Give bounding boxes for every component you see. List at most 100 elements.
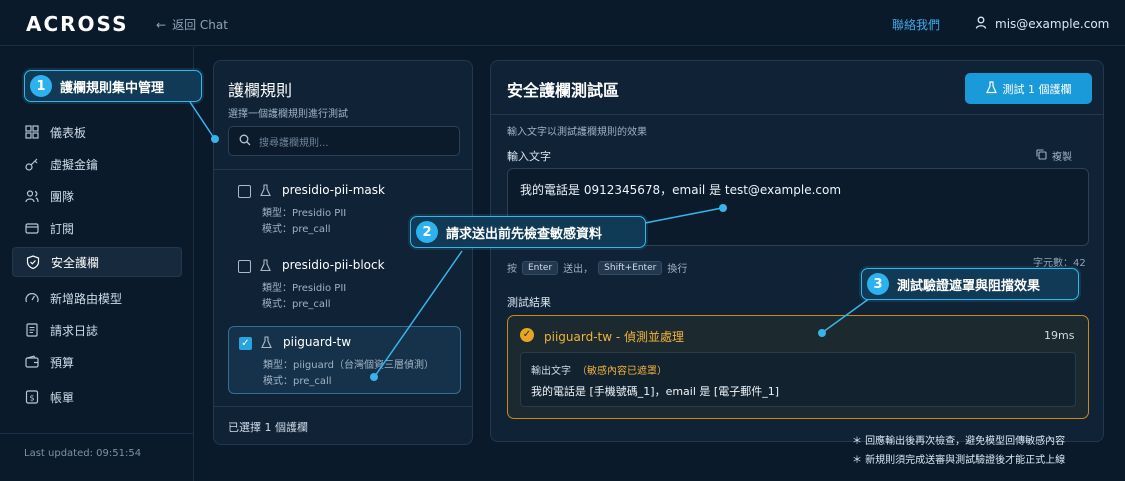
- copy-button[interactable]: 複製: [1036, 148, 1072, 163]
- sidebar-divider: [0, 433, 194, 434]
- output-label: 輸出文字: [531, 366, 571, 377]
- callout-3: 3 測試驗證遮罩與阻擋效果: [861, 268, 1079, 300]
- sidebar-item-label: 請求日誌: [50, 323, 99, 338]
- team-icon: [24, 188, 40, 204]
- sidebar-item-label: 訂閱: [50, 221, 75, 236]
- dashboard-icon: [24, 124, 40, 140]
- document-icon: [24, 322, 40, 338]
- guardrail-rules-panel: 護欄規則 選擇一個護欄規則進行測試 搜尋護欄規則... presidio-pii…: [213, 60, 473, 445]
- card-icon: [24, 220, 40, 236]
- rule-item-selected[interactable]: ✓ piiguard-tw 類型：piiguard（台灣個資三層偵測） 模式：p…: [228, 326, 461, 394]
- rule-type: 類型：piiguard（台灣個資三層偵測）: [263, 360, 435, 371]
- sidebar-item-label: 儀表板: [50, 125, 87, 140]
- rule-checkbox-checked[interactable]: ✓: [239, 337, 252, 350]
- rule-mode: 模式：pre_call: [263, 376, 332, 387]
- wallet-icon: [24, 354, 40, 370]
- sidebar-item-virtual-keys[interactable]: 虛擬金鑰: [12, 149, 182, 179]
- user-menu[interactable]: mis@example.com: [975, 16, 1109, 32]
- result-time: 19ms: [1044, 329, 1075, 342]
- callout-text: 測試驗證遮罩與阻擋效果: [897, 278, 1041, 294]
- test-panel-title: 安全護欄測試區: [507, 81, 620, 100]
- logo[interactable]: ACROSS: [26, 12, 128, 36]
- callout-2: 2 請求送出前先檢查敏感資料: [410, 216, 646, 248]
- test-panel-subtitle: 輸入文字以測試護欄規則的效果: [507, 127, 647, 138]
- rules-panel-subtitle: 選擇一個護欄規則進行測試: [228, 109, 348, 120]
- results-label: 測試結果: [507, 296, 551, 309]
- arrow-left-icon: ←: [156, 17, 167, 32]
- output-label-row: 輸出文字 （敏感內容已遮罩）: [531, 362, 667, 377]
- sidebar-item-label: 安全護欄: [51, 255, 100, 270]
- hint-text: 送出，: [563, 264, 594, 275]
- rule-name: piiguard-tw: [283, 335, 352, 349]
- rule-checkbox[interactable]: [238, 260, 251, 273]
- flask-icon: [260, 184, 271, 200]
- footnote: ＊ 回應輸出後再次檢查，避免模型回傳敏感內容: [852, 436, 1066, 447]
- output-text: 我的電話是 [手機號碼_1]，email 是 [電子郵件_1]: [531, 385, 779, 398]
- footnote: ＊ 新規則須完成送審與測試驗證後才能正式上線: [852, 455, 1066, 466]
- flask-icon: [985, 80, 997, 97]
- run-test-label: 測試 1 個護欄: [1002, 82, 1072, 96]
- user-icon: [975, 16, 987, 32]
- shift-enter-key: Shift+Enter: [598, 260, 663, 275]
- search-icon: [239, 134, 251, 149]
- sidebar-item-team[interactable]: 團隊: [12, 181, 182, 211]
- rules-panel-title: 護欄規則: [228, 81, 293, 100]
- hint-text: 按: [507, 264, 517, 275]
- rule-type: 類型：Presidio PII: [262, 208, 347, 219]
- callout-text: 護欄規則集中管理: [60, 80, 165, 96]
- rule-item[interactable]: presidio-pii-block 類型：Presidio PII 模式：pr…: [228, 250, 461, 318]
- divider: [214, 169, 472, 170]
- rule-name: presidio-pii-block: [282, 258, 385, 272]
- output-box: 輸出文字 （敏感內容已遮罩） 我的電話是 [手機號碼_1]，email 是 [電子…: [520, 352, 1076, 407]
- search-placeholder: 搜尋護欄規則...: [259, 137, 329, 149]
- back-to-chat-link[interactable]: ← 返回 Chat: [156, 16, 228, 33]
- sidebar-item-label: 新增路由模型: [50, 291, 123, 306]
- selected-count: 已選擇 1 個護欄: [228, 421, 308, 434]
- rule-type: 類型：Presidio PII: [262, 283, 347, 294]
- run-test-button[interactable]: 測試 1 個護欄: [965, 73, 1092, 104]
- svg-text:$: $: [29, 394, 34, 403]
- sidebar-item-label: 虛擬金鑰: [50, 157, 99, 172]
- sidebar-item-label: 團隊: [50, 189, 75, 204]
- sidebar-item-billing[interactable]: $ 帳單: [12, 382, 182, 412]
- sidebar-item-budget[interactable]: 預算: [12, 347, 182, 377]
- test-result-card: ✓ piiguard-tw - 偵測並處理 19ms 輸出文字 （敏感內容已遮罩）…: [507, 315, 1089, 419]
- user-email: mis@example.com: [995, 17, 1110, 31]
- rule-checkbox[interactable]: [238, 185, 251, 198]
- check-circle-icon: ✓: [520, 328, 534, 342]
- callout-1: 1 護欄規則集中管理: [24, 70, 202, 102]
- callout-number: 2: [416, 221, 438, 243]
- callout-text: 請求送出前先檢查敏感資料: [446, 226, 603, 242]
- sidebar-item-subscription[interactable]: 訂閱: [12, 213, 182, 243]
- enter-key: Enter: [522, 260, 559, 275]
- guardrail-test-panel: 安全護欄測試區 測試 1 個護欄 輸入文字以測試護欄規則的效果 輸入文字 複製 …: [490, 60, 1104, 442]
- divider: [491, 114, 1103, 115]
- sidebar-item-label: 帳單: [50, 390, 75, 405]
- callout-number: 1: [30, 75, 52, 97]
- contact-link[interactable]: 聯絡我們: [892, 16, 940, 33]
- sidebar-item-add-route-model[interactable]: 新增路由模型: [12, 283, 182, 313]
- top-bar: ACROSS ← 返回 Chat 聯絡我們 mis@example.com: [0, 0, 1125, 46]
- dollar-icon: $: [24, 389, 40, 405]
- shield-icon: [25, 254, 41, 270]
- input-label: 輸入文字: [507, 150, 551, 163]
- rule-mode: 模式：pre_call: [262, 224, 331, 235]
- copy-label: 複製: [1052, 152, 1072, 163]
- flask-icon: [260, 259, 271, 275]
- result-title: piiguard-tw - 偵測並處理: [544, 330, 685, 344]
- masked-note: （敏感內容已遮罩）: [577, 366, 667, 377]
- gauge-icon: [24, 290, 40, 306]
- sidebar: 儀表板 虛擬金鑰 團隊 訂閱 安全護欄 新增路由模型 請求日誌 預算 $ 帳單: [0, 47, 194, 481]
- back-label: 返回 Chat: [172, 18, 228, 32]
- keyboard-hint: 按 Enter 送出， Shift+Enter 換行: [507, 260, 687, 275]
- rule-mode: 模式：pre_call: [262, 299, 331, 310]
- rule-name: presidio-pii-mask: [282, 183, 385, 197]
- key-icon: [24, 156, 40, 172]
- hint-text: 換行: [667, 264, 688, 275]
- rule-search-input[interactable]: 搜尋護欄規則...: [228, 126, 460, 156]
- divider: [214, 406, 472, 407]
- sidebar-item-guardrails[interactable]: 安全護欄: [12, 247, 182, 277]
- sidebar-item-request-logs[interactable]: 請求日誌: [12, 315, 182, 345]
- sidebar-item-dashboard[interactable]: 儀表板: [12, 117, 182, 147]
- sidebar-item-label: 預算: [50, 355, 75, 370]
